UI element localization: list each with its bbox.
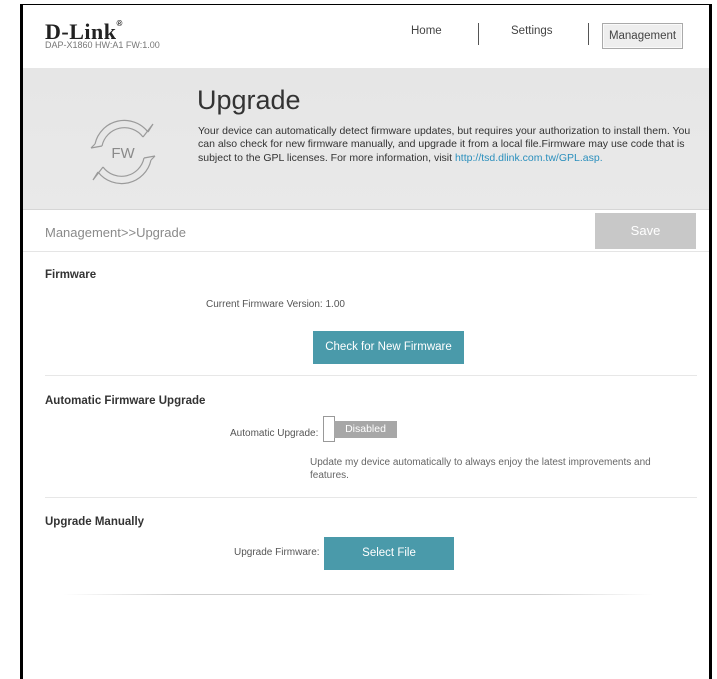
section-title-firmware: Firmware xyxy=(45,269,97,281)
refresh-cycle-icon: FW xyxy=(81,110,165,194)
top-bar: D-Link® DAP-X1860 HW:A1 FW:1.00 Home Set… xyxy=(23,5,709,69)
check-firmware-button[interactable]: Check for New Firmware xyxy=(313,331,464,364)
upgrade-firmware-label: Upgrade Firmware: xyxy=(234,547,320,558)
app-frame: D-Link® DAP-X1860 HW:A1 FW:1.00 Home Set… xyxy=(20,4,712,679)
breadcrumb: Management>>Upgrade xyxy=(45,225,186,240)
section-title-auto-upgrade: Automatic Firmware Upgrade xyxy=(45,395,206,407)
nav-home[interactable]: Home xyxy=(411,25,442,37)
logo-mark: ® xyxy=(116,19,123,28)
content-footer-line xyxy=(63,594,653,595)
automatic-upgrade-label: Automatic Upgrade: xyxy=(230,428,319,439)
automatic-upgrade-toggle[interactable]: Disabled xyxy=(323,416,397,442)
breadcrumb-bar: Management>>Upgrade Save xyxy=(23,211,709,252)
current-firmware-version: Current Firmware Version: 1.00 xyxy=(206,299,345,310)
gpl-link[interactable]: http://tsd.dlink.com.tw/GPL.asp. xyxy=(455,152,603,164)
section-divider xyxy=(45,375,697,376)
page-title: Upgrade xyxy=(197,85,301,115)
section-divider xyxy=(45,497,697,498)
auto-upgrade-note: Update my device automatically to always… xyxy=(310,457,651,481)
section-title-manual-upgrade: Upgrade Manually xyxy=(45,516,145,528)
banner-description: Your device can automatically detect fir… xyxy=(198,125,693,165)
nav-divider xyxy=(478,23,479,45)
nav-divider xyxy=(588,23,589,45)
model-info: DAP-X1860 HW:A1 FW:1.00 xyxy=(45,40,160,50)
fw-icon-label: FW xyxy=(111,145,135,162)
nav-management[interactable]: Management xyxy=(602,23,683,49)
current-version-value: 1.00 xyxy=(325,299,345,310)
description-text: Your device can automatically detect fir… xyxy=(198,125,691,164)
toggle-state[interactable]: Disabled xyxy=(334,421,397,438)
save-button[interactable]: Save xyxy=(595,213,696,249)
current-version-label: Current Firmware Version: xyxy=(206,299,323,310)
nav-settings[interactable]: Settings xyxy=(511,25,553,37)
select-file-button[interactable]: Select File xyxy=(324,537,454,570)
